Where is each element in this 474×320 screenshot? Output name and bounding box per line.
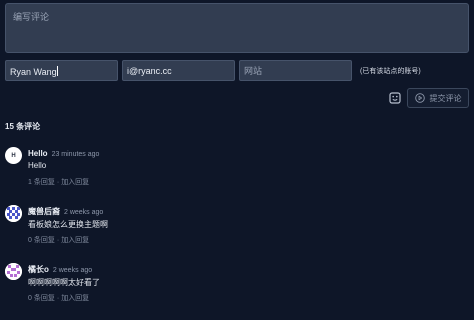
comments-count: 15 条评论 xyxy=(5,122,41,131)
website-input[interactable]: 网站 xyxy=(239,60,352,81)
comment-body: Hello xyxy=(28,161,47,170)
reply-count-link[interactable]: 0 条回复 xyxy=(28,237,55,244)
account-login-link[interactable]: (已有该站点的账号) xyxy=(360,66,421,76)
identicon-avatar xyxy=(5,263,22,280)
email-input[interactable]: i@ryanc.cc xyxy=(122,60,235,81)
name-input-value: Ryan Wang xyxy=(10,67,57,77)
avatar: H xyxy=(5,147,22,164)
comment-body: 啊啊啊啊啊太好看了 xyxy=(28,278,100,287)
separator: · xyxy=(56,179,60,186)
add-reply-link[interactable]: 加入回复 xyxy=(61,237,89,244)
separator: · xyxy=(56,295,60,302)
comment-item: 橘长o 2 weeks ago 啊啊啊啊啊太好看了 0 条回复 · 加入回复 xyxy=(5,263,465,311)
comment-item: 魔兽后裔 2 weeks ago 看板娘怎么更换主题啊 0 条回复 · 加入回复 xyxy=(5,205,465,253)
submit-button-label: 提交评论 xyxy=(429,93,462,103)
submit-comment-button[interactable]: 提交评论 xyxy=(407,88,469,108)
avatar-letter: H xyxy=(11,152,16,159)
reply-count-link[interactable]: 1 条回复 xyxy=(28,179,55,186)
comment-author: Hello xyxy=(28,149,48,158)
comment-time: 23 minutes ago xyxy=(51,151,100,158)
separator: · xyxy=(56,237,60,244)
comment-item: H Hello 23 minutes ago Hello 1 条回复 · 加入回复 xyxy=(5,147,465,195)
comment-author: 橘长o xyxy=(28,265,49,274)
avatar xyxy=(5,263,22,280)
comment-author: 魔兽后裔 xyxy=(28,207,60,216)
send-icon xyxy=(414,93,425,103)
comment-body: 看板娘怎么更换主题啊 xyxy=(28,220,108,229)
comment-textarea[interactable]: 编写评论 xyxy=(5,3,469,53)
emoji-button[interactable] xyxy=(388,91,402,105)
text-caret xyxy=(56,66,58,76)
emoji-icon xyxy=(389,92,401,104)
add-reply-link[interactable]: 加入回复 xyxy=(61,179,89,186)
reply-count-link[interactable]: 0 条回复 xyxy=(28,295,55,302)
avatar xyxy=(5,205,22,222)
name-input[interactable]: Ryan Wang xyxy=(5,60,118,81)
comment-time: 2 weeks ago xyxy=(52,267,93,274)
comment-time: 2 weeks ago xyxy=(64,209,104,216)
identicon-avatar xyxy=(5,205,22,222)
add-reply-link[interactable]: 加入回复 xyxy=(61,295,89,302)
